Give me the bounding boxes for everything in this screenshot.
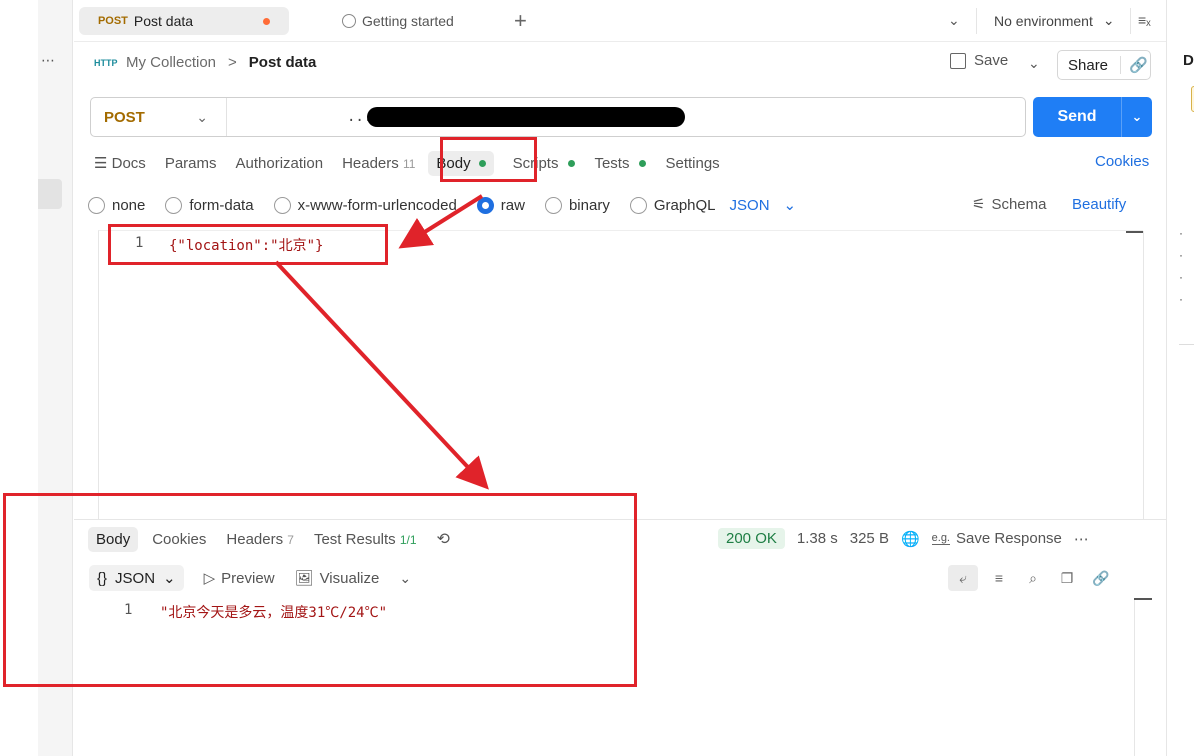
annotation-arrow xyxy=(274,260,489,490)
annotation-arrow xyxy=(398,194,484,249)
annotation-arrows xyxy=(274,194,489,490)
